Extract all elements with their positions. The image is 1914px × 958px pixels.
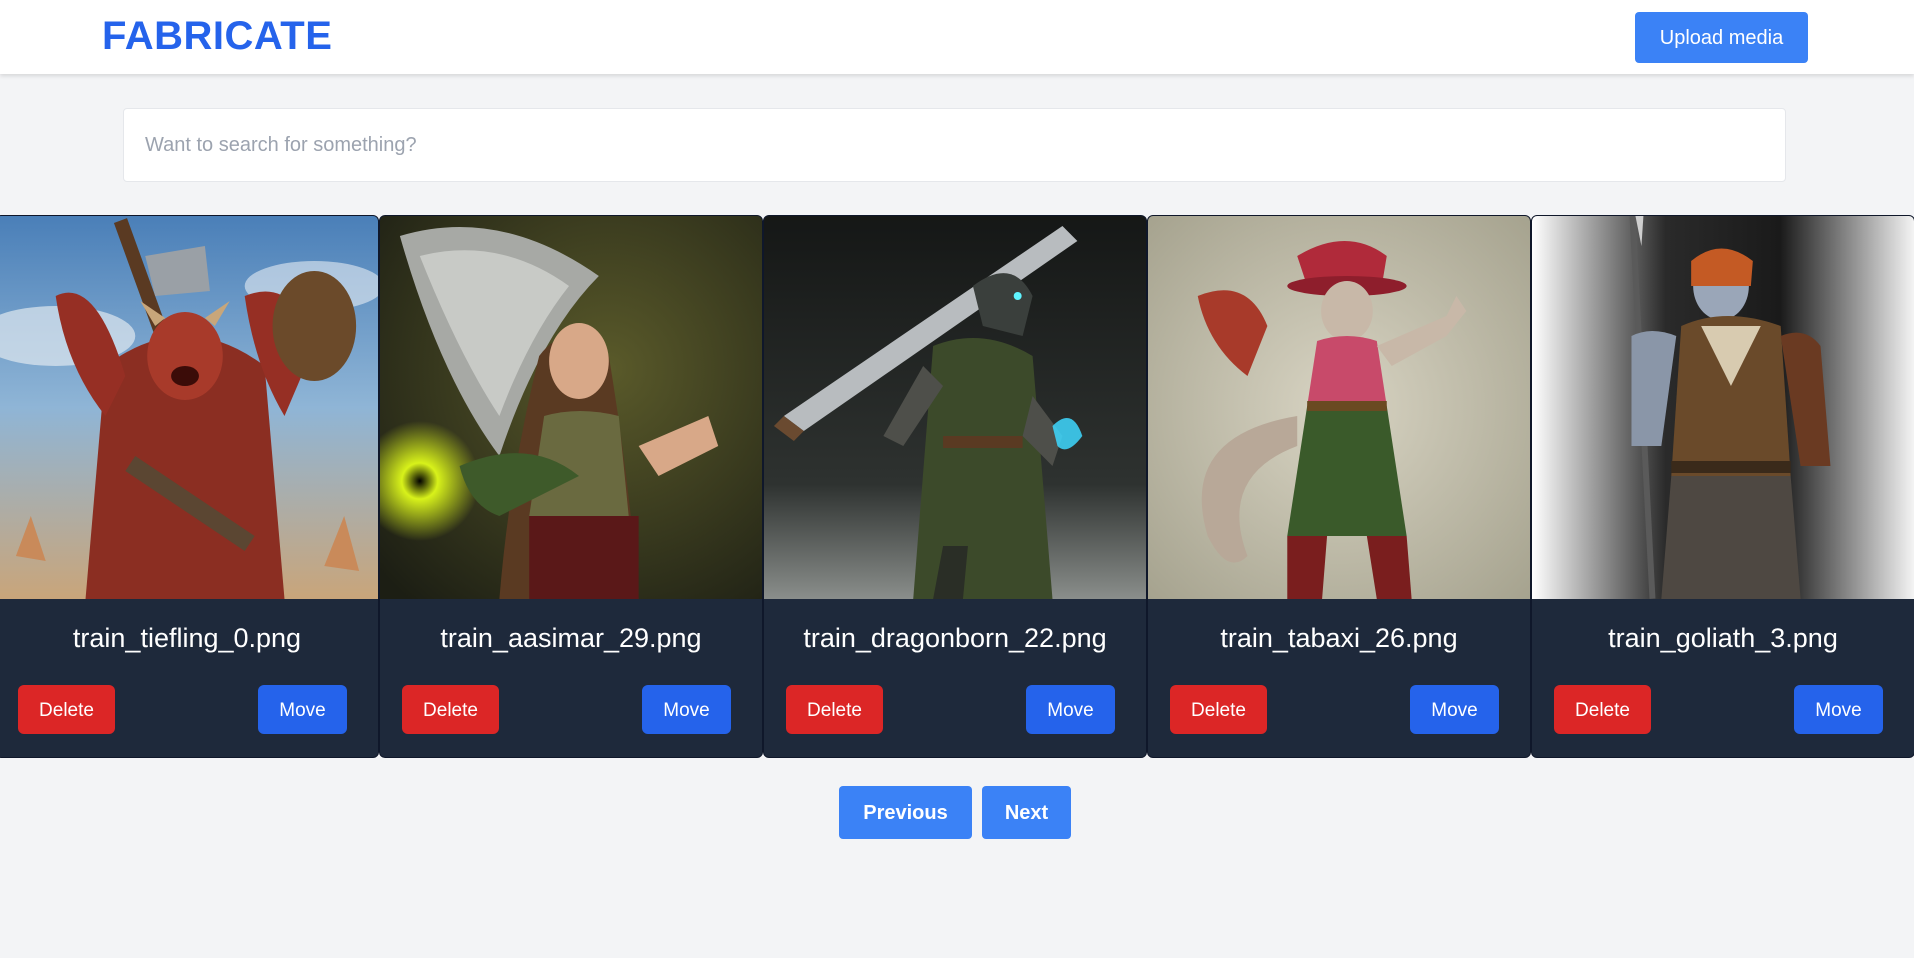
previous-page-button[interactable]: Previous (839, 786, 972, 839)
media-card: train_tiefling_0.png Delete Move (0, 215, 379, 758)
delete-button[interactable]: Delete (1170, 685, 1267, 734)
card-filename: train_goliath_3.png (1608, 623, 1838, 653)
card-filename: train_aasimar_29.png (440, 623, 702, 653)
card-thumbnail-image[interactable] (764, 216, 1146, 599)
upload-media-button[interactable]: Upload media (1635, 12, 1808, 63)
media-grid: train_tiefling_0.png Delete Move train_a… (0, 215, 1914, 758)
search-input[interactable] (124, 109, 1785, 181)
move-button[interactable]: Move (1794, 685, 1883, 734)
card-thumbnail-image[interactable] (1532, 216, 1914, 599)
card-filename: train_tabaxi_26.png (1220, 623, 1458, 653)
next-page-button[interactable]: Next (982, 786, 1071, 839)
card-filename: train_tiefling_0.png (72, 623, 302, 653)
move-button[interactable]: Move (1410, 685, 1499, 734)
media-card: train_dragonborn_22.png Delete Move (763, 215, 1147, 758)
delete-button[interactable]: Delete (786, 685, 883, 734)
card-filename: train_dragonborn_22.png (803, 623, 1107, 653)
move-button[interactable]: Move (1026, 685, 1115, 734)
brand-logo[interactable]: FABRICATE (102, 14, 332, 58)
card-thumbnail-image[interactable] (0, 216, 378, 599)
card-thumbnail-image[interactable] (380, 216, 762, 599)
card-thumbnail-image[interactable] (1148, 216, 1530, 599)
delete-button[interactable]: Delete (1554, 685, 1651, 734)
media-card: train_aasimar_29.png Delete Move (379, 215, 763, 758)
media-card: train_goliath_3.png Delete Move (1531, 215, 1914, 758)
media-card: train_tabaxi_26.png Delete Move (1147, 215, 1531, 758)
delete-button[interactable]: Delete (402, 685, 499, 734)
search-bar (123, 108, 1786, 182)
move-button[interactable]: Move (642, 685, 731, 734)
delete-button[interactable]: Delete (18, 685, 115, 734)
move-button[interactable]: Move (258, 685, 347, 734)
top-navbar: FABRICATE Upload media (0, 0, 1914, 74)
